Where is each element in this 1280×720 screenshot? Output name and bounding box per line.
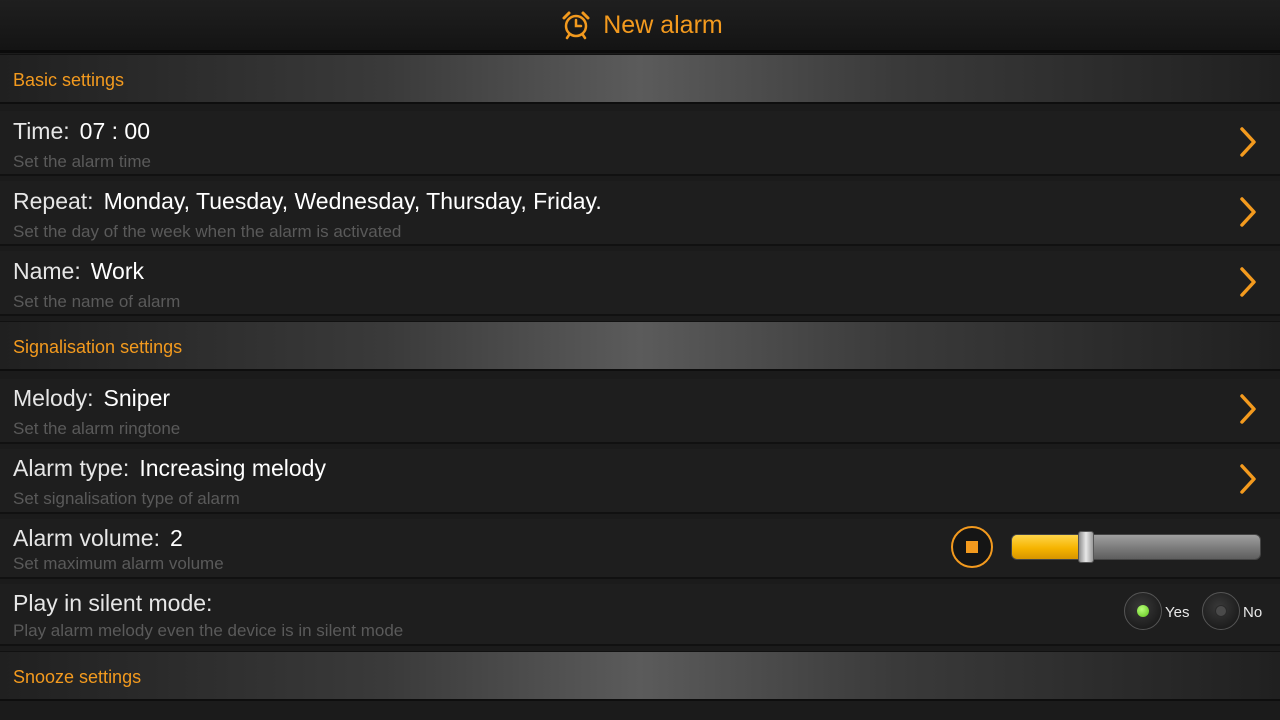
time-description: Set the alarm time	[13, 152, 151, 171]
melody-label: Melody: Sniper	[13, 385, 170, 412]
repeat-value: Monday, Tuesday, Wednesday, Thursday, Fr…	[103, 188, 602, 214]
section-title-snooze: Snooze settings	[13, 667, 142, 687]
chevron-right-icon	[1240, 394, 1256, 424]
chevron-right-icon	[1240, 127, 1256, 157]
repeat-label-text: Repeat:	[13, 188, 94, 214]
radio-dot	[1215, 605, 1227, 617]
title-bar: New alarm	[0, 0, 1280, 53]
volume-label: Alarm volume: 2	[13, 525, 183, 552]
page-title: New alarm	[603, 10, 723, 39]
name-label: Name: Work	[13, 258, 144, 285]
silent-mode-description: Play alarm melody even the device is in …	[13, 621, 404, 640]
section-header-snooze: Snooze settings	[0, 651, 1280, 701]
repeat-description: Set the day of the week when the alarm i…	[13, 222, 402, 241]
volume-slider-fill	[1012, 535, 1087, 559]
volume-value: 2	[169, 525, 183, 551]
volume-slider-thumb[interactable]	[1078, 531, 1095, 563]
silent-mode-label: Play in silent mode:	[13, 590, 213, 616]
section-header-signalisation: Signalisation settings	[0, 321, 1280, 371]
silent-no-label[interactable]: No	[1243, 604, 1262, 621]
setting-row-repeat[interactable]: Repeat: Monday, Tuesday, Wednesday, Thurs…	[0, 181, 1280, 246]
alarm-type-label-text: Alarm type:	[13, 455, 130, 481]
alarm-type-value: Increasing melody	[139, 455, 326, 481]
section-title-signalisation: Signalisation settings	[13, 337, 183, 357]
alarm-type-label: Alarm type: Increasing melody	[13, 455, 326, 482]
volume-description: Set maximum alarm volume	[13, 554, 224, 573]
time-label: Time: 07 : 00	[13, 118, 150, 145]
alarm-clock-icon	[562, 11, 590, 40]
silent-yes-radio[interactable]	[1124, 592, 1162, 630]
chevron-right-icon	[1240, 267, 1256, 297]
volume-label-text: Alarm volume:	[13, 525, 160, 551]
melody-value: Sniper	[103, 385, 171, 411]
repeat-label: Repeat: Monday, Tuesday, Wednesday, Thurs…	[13, 188, 602, 215]
alarm-type-description: Set signalisation type of alarm	[13, 489, 240, 508]
melody-label-text: Melody:	[13, 385, 94, 411]
volume-slider[interactable]	[1011, 531, 1261, 563]
stop-icon	[966, 541, 978, 553]
chevron-right-icon	[1240, 197, 1256, 227]
radio-dot	[1137, 605, 1149, 617]
section-header-basic: Basic settings	[0, 54, 1280, 104]
name-value: Work	[90, 258, 144, 284]
title-group: New alarm	[561, 10, 723, 40]
silent-no-radio[interactable]	[1202, 592, 1240, 630]
melody-description: Set the alarm ringtone	[13, 419, 181, 438]
setting-row-silent-mode: Play in silent mode: Play alarm melody e…	[0, 584, 1280, 646]
setting-row-volume: Alarm volume: 2 Set maximum alarm volume	[0, 519, 1280, 579]
time-value: 07 : 00	[79, 118, 150, 144]
chevron-right-icon	[1240, 464, 1256, 494]
stop-preview-button[interactable]	[951, 526, 993, 568]
silent-yes-label[interactable]: Yes	[1165, 604, 1189, 621]
name-description: Set the name of alarm	[13, 292, 181, 311]
setting-row-name[interactable]: Name: Work Set the name of alarm	[0, 251, 1280, 316]
setting-row-time[interactable]: Time: 07 : 00 Set the alarm time	[0, 111, 1280, 176]
setting-row-melody[interactable]: Melody: Sniper Set the alarm ringtone	[0, 379, 1280, 444]
name-label-text: Name:	[13, 258, 81, 284]
setting-row-alarm-type[interactable]: Alarm type: Increasing melody Set signali…	[0, 449, 1280, 514]
time-label-text: Time:	[13, 118, 70, 144]
section-title-basic: Basic settings	[13, 70, 125, 90]
